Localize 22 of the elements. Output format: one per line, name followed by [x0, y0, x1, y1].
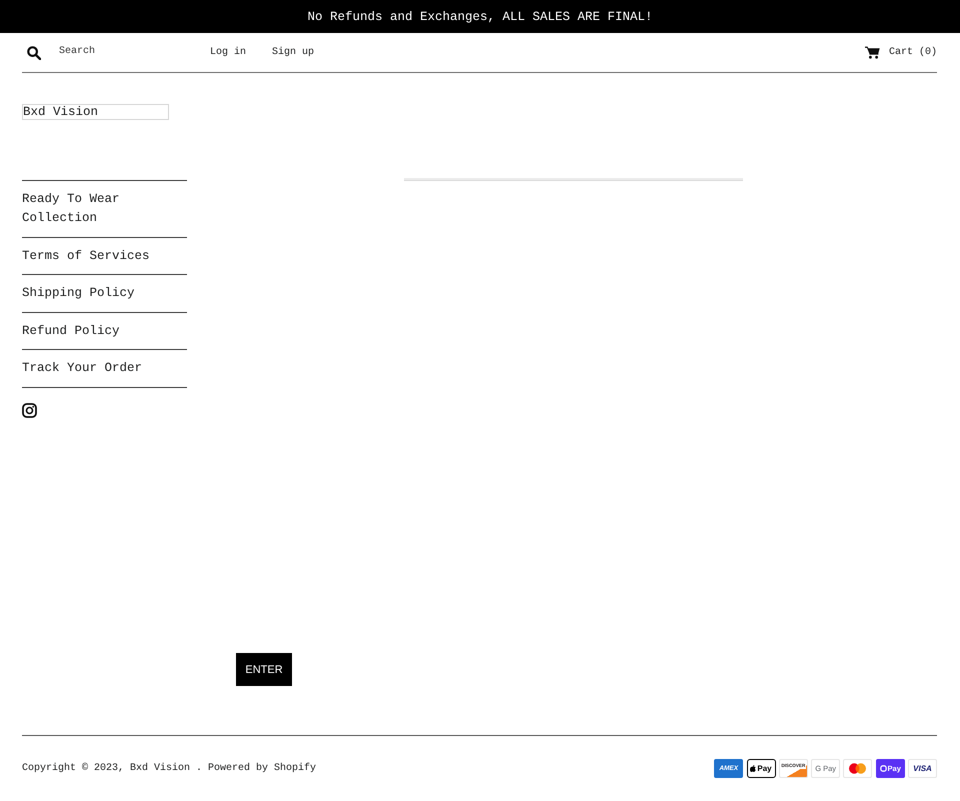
- overlapping-circles-icon: [849, 763, 866, 774]
- payment-label: Pay: [757, 764, 772, 773]
- sidebar-link[interactable]: Ready To Wear Collection: [22, 190, 187, 228]
- sidebar-link[interactable]: Track Your Order: [22, 359, 187, 378]
- copyright-text: Copyright © 2023, Bxd Vision . Powered by Shopify: [22, 763, 316, 774]
- apple-icon: [750, 765, 756, 772]
- search-icon: [27, 46, 41, 60]
- announcement-bar: No Refunds and Exchanges, ALL SALES ARE FINAL!: [0, 0, 960, 33]
- sidebar-link[interactable]: Terms of Services: [22, 246, 187, 266]
- sidebar-link[interactable]: Refund Policy: [22, 322, 187, 340]
- account-link[interactable]: Log in: [210, 47, 246, 58]
- search-button[interactable]: [27, 46, 41, 60]
- sidebar-link[interactable]: Shipping Policy: [22, 284, 187, 303]
- account-link[interactable]: Sign up: [272, 47, 314, 58]
- cart-icon: [864, 46, 880, 59]
- search-field[interactable]: Search: [59, 44, 189, 58]
- enter-button[interactable]: ENTER: [236, 653, 292, 686]
- cart-link[interactable]: Cart (0): [864, 46, 937, 59]
- instagram-icon[interactable]: [22, 402, 37, 418]
- rounded-square-icon: [880, 765, 887, 772]
- logo-link[interactable]: Bxd Vision: [22, 104, 169, 120]
- payment-label: VISA: [913, 764, 932, 773]
